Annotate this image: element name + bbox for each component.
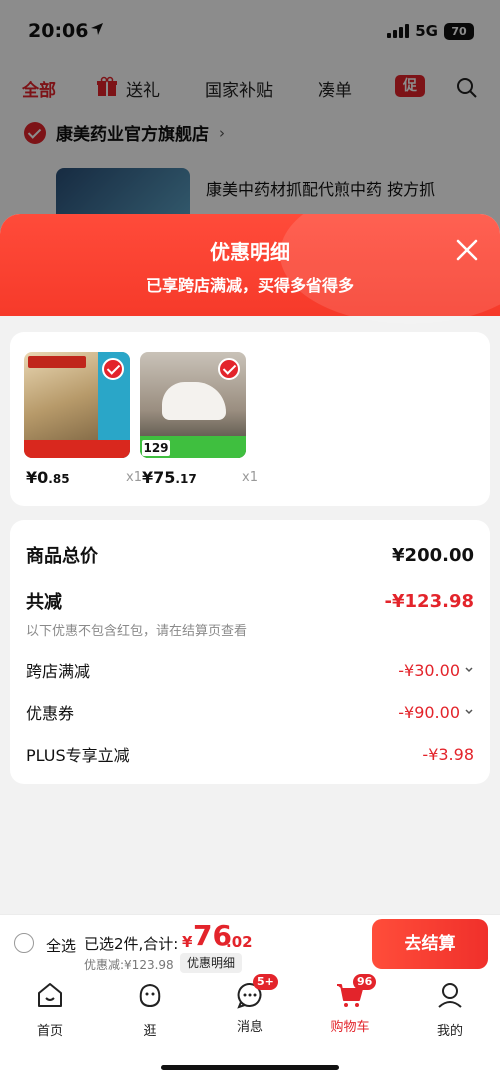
- hint-text: 以下优惠不包含红包，请在结算页查看: [26, 624, 248, 639]
- nav-browse[interactable]: 逛: [115, 980, 185, 1039]
- shoe-shape: [162, 382, 226, 420]
- price-dec: .85: [48, 472, 70, 486]
- sheet-subtitle: 已享跨店满减，买得多省得多: [145, 276, 354, 295]
- discount-label: 优惠券: [26, 704, 75, 723]
- discount-row-coupon[interactable]: 优惠券 -¥90.00: [26, 700, 474, 724]
- discount-row-plus: PLUS专享立减 -¥3.98: [26, 742, 474, 766]
- nav-label: 首页: [36, 1024, 63, 1039]
- nav-profile[interactable]: 我的: [415, 980, 485, 1039]
- profile-icon: [438, 983, 462, 1008]
- reduce-row: 共减 -¥123.98: [26, 588, 474, 614]
- price-summary-card: 商品总价 ¥200.00 共减 -¥123.98 以下优惠不包含红包，请在结算页…: [10, 520, 490, 784]
- discount-value: -¥3.98: [422, 744, 474, 764]
- discount-detail-button[interactable]: 优惠明细: [180, 953, 243, 973]
- nav-label: 逛: [143, 1024, 157, 1039]
- browse-icon: [139, 983, 161, 1008]
- home-indicator: [161, 1065, 339, 1070]
- discount-total: 优惠减:¥123.98: [84, 958, 174, 972]
- selected-product[interactable]: ¥0.85 x1: [24, 352, 142, 487]
- total-value: ¥200.00: [392, 544, 474, 566]
- promo-stripe: [24, 440, 130, 458]
- currency: ¥: [142, 468, 154, 487]
- product-price: ¥75.17: [142, 468, 197, 487]
- message-badge: 5+: [253, 974, 278, 990]
- discount-value: -¥90.00: [398, 703, 474, 722]
- discount-value: -¥30.00: [398, 661, 474, 680]
- total-label: 商品总价: [26, 546, 98, 567]
- close-icon[interactable]: [453, 236, 481, 264]
- discount-row-cross-store[interactable]: 跨店满减 -¥30.00: [26, 658, 474, 682]
- product-image: [24, 352, 130, 458]
- reduce-label: 共减: [26, 592, 62, 613]
- sheet-title: 优惠明细: [210, 240, 290, 264]
- home-icon: [38, 983, 62, 1007]
- currency: ¥: [26, 468, 38, 487]
- total-currency: ¥: [182, 933, 193, 951]
- sheet-header: 优惠明细 已享跨店满减，买得多省得多: [0, 214, 500, 324]
- chevron-down-icon: [465, 709, 473, 715]
- selected-count: 已选2件,合计:: [84, 935, 179, 953]
- price-dec: .17: [175, 472, 197, 486]
- select-all-radio[interactable]: [14, 933, 34, 953]
- modal-overlay[interactable]: [0, 0, 500, 240]
- product-price: ¥0.85: [26, 468, 70, 487]
- nav-label: 购物车: [330, 1020, 370, 1035]
- discount-detail-sheet: 优惠明细 已享跨店满减，买得多省得多 ¥0.85 x1 129 ¥75.17 x…: [0, 214, 500, 914]
- background-page: 20:06 5G 70 全部 送礼 国家补贴 凑单 促 康美药业官方旗舰店 › …: [0, 0, 500, 240]
- cart-icon-wrap: 96: [335, 974, 377, 1010]
- discount-label: 跨店满减: [26, 662, 91, 681]
- nav-cart[interactable]: 96 购物车: [315, 974, 385, 1035]
- discount-amount: -¥30.00: [398, 660, 460, 680]
- selected-products-card: ¥0.85 x1 129 ¥75.17 x1: [10, 332, 490, 506]
- brand-logo: [28, 356, 86, 368]
- bottom-nav: 首页 逛 5+ 消息 96 购物车 我的: [0, 974, 500, 1081]
- price-int: 75: [153, 468, 176, 487]
- checkout-bar: 全选 已选2件,合计: ¥ 76 .02 优惠减:¥123.98 优惠明细 去结…: [0, 914, 500, 974]
- checked-icon: [102, 358, 124, 380]
- checkout-button[interactable]: 去结算: [372, 919, 488, 969]
- total-decimal: .02: [226, 933, 253, 951]
- price-tag: 129: [142, 440, 170, 456]
- message-icon-wrap: 5+: [235, 974, 278, 1010]
- discount-amount: -¥90.00: [398, 702, 460, 722]
- discount-label: PLUS专享立减: [26, 746, 130, 765]
- nav-label: 消息: [236, 1020, 263, 1035]
- nav-messages[interactable]: 5+ 消息: [215, 974, 285, 1035]
- nav-home[interactable]: 首页: [15, 980, 85, 1039]
- product-image: 129: [140, 352, 246, 458]
- cart-badge: 96: [353, 974, 377, 990]
- reduce-value: -¥123.98: [384, 590, 474, 612]
- nav-label: 我的: [436, 1024, 463, 1039]
- select-all-label[interactable]: 全选: [46, 935, 76, 956]
- chevron-down-icon: [465, 667, 473, 673]
- price-int: 0: [37, 468, 49, 487]
- checked-icon: [218, 358, 240, 380]
- total-row: 商品总价 ¥200.00: [26, 542, 474, 568]
- product-quantity: x1: [126, 470, 142, 485]
- selected-product[interactable]: 129 ¥75.17 x1: [140, 352, 258, 487]
- product-quantity: x1: [242, 470, 258, 485]
